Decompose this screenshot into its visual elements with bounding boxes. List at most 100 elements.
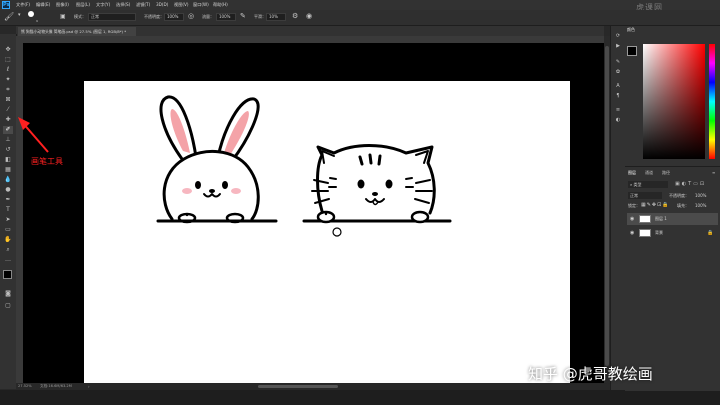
healing-brush-tool-icon[interactable]: ✚ bbox=[3, 116, 13, 124]
color-panel-tab[interactable]: 颜色 bbox=[627, 27, 635, 33]
color-panel: 颜色 bbox=[625, 26, 720, 166]
brush-tool-icon[interactable]: 🖌 bbox=[4, 12, 14, 21]
quick-select-tool-icon[interactable]: ✦ bbox=[3, 76, 13, 84]
mode-select[interactable]: 正常 bbox=[88, 13, 136, 21]
gear-icon[interactable]: ⚙ bbox=[292, 12, 298, 20]
layer-filter-select[interactable]: ⌕ 类型 bbox=[628, 181, 668, 188]
cat-stripe-1 bbox=[358, 155, 364, 166]
airbrush-icon[interactable]: ✎ bbox=[240, 12, 246, 20]
fill-value[interactable]: 100% bbox=[695, 203, 706, 208]
opacity-input[interactable]: 100% bbox=[164, 13, 184, 21]
bunny-right-blush bbox=[231, 188, 241, 194]
bunny-nose bbox=[209, 189, 215, 193]
zoom-level[interactable]: 27.52% bbox=[18, 383, 32, 390]
blur-tool-icon[interactable]: 💧 bbox=[3, 176, 13, 184]
cat-nose bbox=[372, 192, 378, 196]
visibility-eye-icon[interactable]: ◉ bbox=[630, 227, 634, 239]
hue-slider[interactable] bbox=[709, 44, 715, 159]
eraser-tool-icon[interactable]: ◧ bbox=[3, 156, 13, 164]
menu-type[interactable]: 文字(Y) bbox=[96, 0, 110, 10]
pen-tool-icon[interactable]: ✒ bbox=[3, 196, 13, 204]
menu-select[interactable]: 选择(S) bbox=[116, 0, 130, 10]
clone-stamp-tool-icon[interactable]: ⊥ bbox=[3, 136, 13, 144]
eyedropper-tool-icon[interactable]: ⁄ bbox=[3, 106, 13, 114]
history-brush-tool-icon[interactable]: ↺ bbox=[3, 146, 13, 154]
color-picker-field[interactable] bbox=[643, 44, 705, 159]
brush-settings-panel-icon[interactable]: ✎ bbox=[614, 58, 622, 66]
opacity-label: 不透明度： bbox=[144, 14, 164, 19]
brush-tool-icon[interactable]: ✐ bbox=[3, 126, 13, 134]
tab-paths[interactable]: 路径 bbox=[662, 170, 670, 176]
adjustments-panel-icon[interactable]: ◐ bbox=[614, 116, 622, 124]
brush-size: 9 bbox=[36, 19, 38, 23]
canvas-artwork bbox=[156, 95, 452, 237]
layer-row[interactable]: ◉ 图层 1 bbox=[627, 213, 718, 225]
menu-file[interactable]: 文件(F) bbox=[16, 0, 30, 10]
crop-tool-icon[interactable]: ⌗ bbox=[3, 86, 13, 94]
visibility-eye-icon[interactable]: ◉ bbox=[630, 213, 634, 225]
screen-mode-icon[interactable]: ▢ bbox=[3, 302, 13, 310]
document-tab-bar: 熊 狗猫小动物头像 简笔画.psd @ 27.5% (图层 1, RGB/8*)… bbox=[16, 26, 604, 36]
smoothing-input[interactable]: 10% bbox=[266, 13, 286, 21]
hand-tool-icon[interactable]: ✋ bbox=[3, 236, 13, 244]
foreground-color-swatch[interactable] bbox=[3, 270, 12, 279]
vertical-scroll-thumb[interactable] bbox=[605, 46, 609, 366]
menu-3d[interactable]: 3D(D) bbox=[156, 0, 168, 10]
cat-left-eye bbox=[357, 179, 365, 189]
character-panel-icon[interactable]: A bbox=[614, 82, 622, 90]
document-canvas[interactable] bbox=[84, 81, 570, 383]
horizontal-scroll-thumb[interactable] bbox=[258, 385, 338, 388]
history-panel-icon[interactable]: ⟳ bbox=[614, 32, 622, 40]
cat-stripe-3 bbox=[377, 154, 382, 166]
marquee-tool-icon[interactable]: ⬚ bbox=[3, 56, 13, 64]
lock-icons[interactable]: ▦✎✥⊡🔒 bbox=[641, 202, 670, 208]
tab-channels[interactable]: 通道 bbox=[645, 170, 653, 176]
blend-mode-select[interactable]: 正常 bbox=[628, 192, 662, 199]
menu-filter[interactable]: 滤镜(T) bbox=[136, 0, 150, 10]
zoom-tool-icon[interactable]: ⌕ bbox=[3, 246, 13, 254]
menu-view[interactable]: 视图(V) bbox=[174, 0, 189, 10]
layer-filter-icons[interactable]: ▣◐T▭⊡ bbox=[675, 181, 706, 187]
pressure-size-icon[interactable]: ◉ bbox=[306, 12, 312, 20]
layer-name[interactable]: 背景 bbox=[655, 227, 663, 239]
type-tool-icon[interactable]: T bbox=[3, 206, 13, 214]
document-info[interactable]: 文档:16.6M/63.2M bbox=[40, 383, 72, 390]
path-select-tool-icon[interactable]: ➤ bbox=[3, 216, 13, 224]
brushes-panel-icon[interactable]: ✿ bbox=[614, 68, 622, 76]
more-tools-icon[interactable]: … bbox=[3, 256, 13, 264]
menu-layer[interactable]: 图层(L) bbox=[76, 0, 90, 10]
mode-label: 模式： bbox=[74, 14, 86, 19]
brush-cursor bbox=[332, 227, 342, 237]
panel-menu-icon[interactable]: ≡ bbox=[712, 170, 715, 175]
menu-window[interactable]: 窗口(W) bbox=[193, 0, 209, 10]
document-tab[interactable]: 熊 狗猫小动物头像 简笔画.psd @ 27.5% (图层 1, RGB/8*)… bbox=[18, 27, 136, 36]
flow-input[interactable]: 100% bbox=[216, 13, 236, 21]
paragraph-panel-icon[interactable]: ¶ bbox=[614, 92, 622, 100]
layer-opacity-value[interactable]: 100% bbox=[695, 193, 706, 198]
actions-panel-icon[interactable]: ▶ bbox=[614, 42, 622, 50]
frame-tool-icon[interactable]: ⊠ bbox=[3, 96, 13, 104]
menu-help[interactable]: 帮助(H) bbox=[213, 0, 228, 10]
properties-panel-icon[interactable]: ≡ bbox=[614, 106, 622, 114]
menu-edit[interactable]: 编辑(E) bbox=[36, 0, 50, 10]
tab-layers[interactable]: 图层 bbox=[628, 170, 636, 176]
brush-preset-picker[interactable] bbox=[28, 11, 34, 18]
smoothing-label: 平滑： bbox=[254, 14, 266, 19]
chevron-down-icon[interactable]: ▾ bbox=[18, 12, 21, 18]
move-tool-icon[interactable]: ✥ bbox=[3, 46, 13, 54]
dodge-tool-icon[interactable]: ● bbox=[3, 186, 13, 194]
panel-foreground-swatch[interactable] bbox=[627, 46, 637, 56]
layer-thumbnail bbox=[639, 229, 651, 237]
menu-image[interactable]: 图像(I) bbox=[56, 0, 69, 10]
bunny-left-eye bbox=[195, 181, 201, 189]
layer-name[interactable]: 图层 1 bbox=[655, 213, 667, 225]
layer-row[interactable]: ◉ 背景 🔒 bbox=[627, 227, 718, 239]
status-menu-icon[interactable]: › bbox=[88, 383, 90, 390]
gradient-tool-icon[interactable]: ▦ bbox=[3, 166, 13, 174]
brush-settings-icon[interactable]: ▣ bbox=[60, 13, 66, 20]
rectangle-tool-icon[interactable]: ▭ bbox=[3, 226, 13, 234]
quick-mask-icon[interactable]: ◙ bbox=[3, 290, 13, 298]
pressure-opacity-icon[interactable]: ◎ bbox=[188, 12, 194, 20]
layer-thumbnail bbox=[639, 215, 651, 223]
lasso-tool-icon[interactable]: ℓ bbox=[3, 66, 13, 74]
